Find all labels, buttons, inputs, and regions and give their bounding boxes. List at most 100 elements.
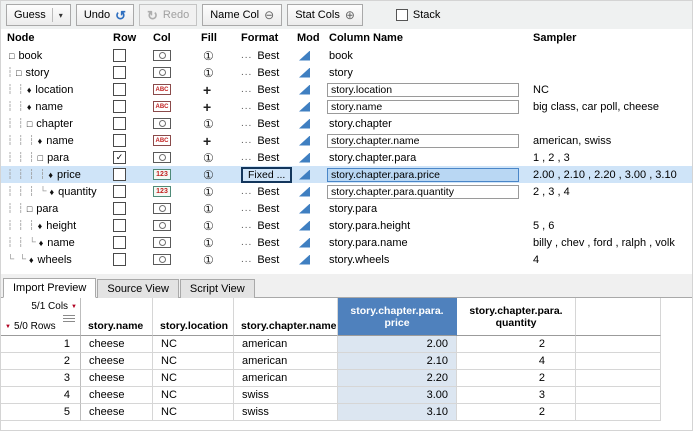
tree-row[interactable]: ┆ ┆ └♦name ① ...Best story.para.name bil… [1,234,692,251]
plus-icon[interactable]: + [203,84,211,96]
format-options-icon[interactable]: ... [241,220,252,231]
row-checkbox[interactable] [113,134,126,147]
column-name-input[interactable] [327,100,519,114]
continuous-modeling-type-icon[interactable] [299,85,310,95]
format-value[interactable]: Best [257,152,279,164]
tree-row[interactable]: ┆ ┆ ┆ └♦quantity 123 ① ...Best 2 , 3 , 4 [1,183,692,200]
character-column-icon[interactable]: ABC [153,135,171,146]
format-options-icon[interactable]: ... [241,135,252,146]
row-checkbox[interactable]: ✓ [113,151,126,164]
format-options-icon[interactable]: ... [241,254,252,265]
red-disclosure-icon[interactable]: ▼ [71,304,77,310]
circle-one-icon[interactable]: ① [203,186,214,198]
tree-row[interactable]: □book ① ...Best book [1,47,692,64]
format-value[interactable]: Best [257,135,279,147]
circle-one-icon[interactable]: ① [203,67,214,79]
format-value[interactable]: Best [257,67,279,79]
format-options-icon[interactable]: ... [241,152,252,163]
format-value[interactable]: Best [257,118,279,130]
guess-button[interactable]: Guess ▾ [6,4,71,26]
column-name-input[interactable] [327,134,519,148]
preview-column-header[interactable] [576,298,661,336]
row-number[interactable]: 4 [1,387,81,404]
plus-icon[interactable]: + [203,101,211,113]
format-selector-focused[interactable]: Fixed ... [241,167,292,183]
undo-button[interactable]: Undo ↺ [76,4,134,26]
format-value[interactable]: Best [257,203,279,215]
format-value[interactable]: Best [257,50,279,62]
tree-row[interactable]: ┆ ┆□chapter ① ...Best story.chapter [1,115,692,132]
continuous-modeling-type-icon[interactable] [299,51,310,61]
row-number[interactable]: 1 [1,336,81,353]
tree-row[interactable]: ┆ ┆ ┆♦name ABC + ...Best american, swiss [1,132,692,149]
columns-count-badge[interactable]: 5/1 Cols▼ [31,301,77,312]
tree-row[interactable]: ┆□story ① ...Best story [1,64,692,81]
rows-count-badge[interactable]: ▼5/0 Rows [5,321,56,332]
row-checkbox[interactable] [113,117,126,130]
preview-column-header[interactable]: story.name [81,298,153,336]
object-node-icon[interactable] [153,203,171,214]
object-node-icon[interactable] [153,67,171,78]
object-node-icon[interactable] [153,50,171,61]
tree-row[interactable]: ┆ ┆ ┆♦height ① ...Best story.para.height… [1,217,692,234]
format-value[interactable]: Best [257,101,279,113]
tree-row[interactable]: ┆ ┆□para ① ...Best story.para [1,200,692,217]
row-checkbox[interactable] [113,168,126,181]
object-node-icon[interactable] [153,118,171,129]
format-options-icon[interactable]: ... [241,50,252,61]
circle-one-icon[interactable]: ① [203,254,214,266]
row-checkbox[interactable] [113,185,126,198]
red-disclosure-icon[interactable]: ▼ [5,324,11,330]
name-col-button[interactable]: Name Col ⊖ [202,4,282,26]
continuous-modeling-type-icon[interactable] [299,170,310,180]
row-number[interactable]: 5 [1,404,81,421]
format-value[interactable]: Best [257,84,279,96]
format-options-icon[interactable]: ... [241,237,252,248]
circle-one-icon[interactable]: ① [203,152,214,164]
row-checkbox[interactable] [113,202,126,215]
object-node-icon[interactable] [153,237,171,248]
object-node-icon[interactable] [153,254,171,265]
row-checkbox[interactable] [113,236,126,249]
circle-one-icon[interactable]: ① [203,169,214,181]
row-checkbox[interactable] [113,100,126,113]
circle-one-icon[interactable]: ① [203,237,214,249]
preview-column-header[interactable]: story.chapter.para.price [338,298,457,336]
format-value[interactable]: Best [257,220,279,232]
continuous-modeling-type-icon[interactable] [299,238,310,248]
row-checkbox[interactable] [113,83,126,96]
continuous-modeling-type-icon[interactable] [299,136,310,146]
chevron-down-icon[interactable]: ▾ [59,11,63,20]
continuous-modeling-type-icon[interactable] [299,221,310,231]
numeric-column-icon[interactable]: 123 [153,186,171,197]
continuous-modeling-type-icon[interactable] [299,204,310,214]
format-value[interactable]: Best [257,186,279,198]
tree-row[interactable]: ┆ ┆♦location ABC + ...Best NC [1,81,692,98]
row-number[interactable]: 3 [1,370,81,387]
format-options-icon[interactable]: ... [241,203,252,214]
circle-one-icon[interactable]: ① [203,203,214,215]
continuous-modeling-type-icon[interactable] [299,255,310,265]
row-checkbox[interactable] [113,219,126,232]
continuous-modeling-type-icon[interactable] [299,153,310,163]
format-options-icon[interactable]: ... [241,67,252,78]
column-name-input[interactable] [327,83,519,97]
plus-icon[interactable]: + [203,135,211,147]
numeric-column-icon[interactable]: 123 [153,169,171,180]
continuous-modeling-type-icon[interactable] [299,187,310,197]
redo-button[interactable]: ↻ Redo [139,4,197,26]
stack-checkbox[interactable] [396,9,408,21]
tab-script-view[interactable]: Script View [180,279,255,298]
tree-row[interactable]: └ └♦wheels ① ...Best story.wheels 4 [1,251,692,268]
column-name-input[interactable] [327,185,519,199]
format-value[interactable]: Best [257,237,279,249]
column-name-input[interactable] [327,168,519,182]
circle-one-icon[interactable]: ① [203,118,214,130]
preview-column-header[interactable]: story.chapter.name [234,298,338,336]
character-column-icon[interactable]: ABC [153,101,171,112]
continuous-modeling-type-icon[interactable] [299,119,310,129]
tab-source-view[interactable]: Source View [97,279,179,298]
character-column-icon[interactable]: ABC [153,84,171,95]
format-options-icon[interactable]: ... [241,84,252,95]
row-number[interactable]: 2 [1,353,81,370]
